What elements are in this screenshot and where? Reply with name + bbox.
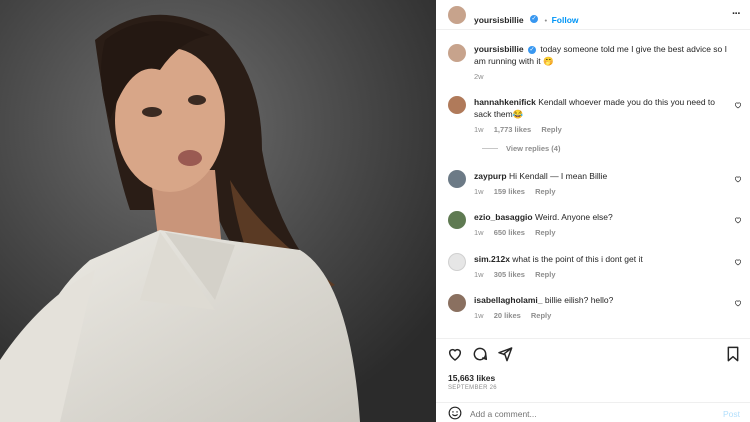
replies-line	[482, 148, 498, 149]
caption-username[interactable]: yoursisbillie	[474, 44, 524, 54]
comment-likes[interactable]: 159 likes	[494, 187, 525, 196]
emoji-icon[interactable]	[448, 406, 462, 420]
commenter-username[interactable]: zaypurp	[474, 171, 507, 181]
comment-item: ezio_basaggio Weird. Anyone else? 1w 650…	[436, 211, 750, 245]
reply-button[interactable]: Reply	[535, 270, 555, 279]
caption: yoursisbillie ✓ today someone told me I …	[436, 42, 750, 82]
reply-button[interactable]: Reply	[531, 311, 551, 320]
verified-icon: ✓	[527, 45, 536, 54]
post-header: yoursisbillie ✓ • Follow ···	[436, 0, 750, 30]
reply-button[interactable]: Reply	[541, 125, 561, 134]
comment-input[interactable]	[470, 407, 700, 421]
commenter-username[interactable]: sim.212x	[474, 254, 510, 264]
comment-time: 1w	[474, 187, 484, 196]
commenter-username[interactable]: ezio_basaggio	[474, 212, 533, 222]
comment-heart-icon[interactable]	[734, 299, 742, 307]
comment-time: 1w	[474, 270, 484, 279]
action-bar	[436, 344, 750, 366]
likes-section: 15,663 likes SEPTEMBER 26	[436, 373, 750, 397]
comment-heart-icon[interactable]	[734, 175, 742, 183]
actions-divider	[436, 338, 750, 339]
caption-avatar[interactable]	[448, 44, 466, 62]
comment-item: zaypurp Hi Kendall — I mean Billie 1w 15…	[436, 170, 750, 204]
more-icon[interactable]: ···	[732, 8, 741, 20]
portrait-illustration	[0, 0, 436, 422]
comment-likes[interactable]: 1,773 likes	[494, 125, 532, 134]
reply-button[interactable]: Reply	[535, 228, 555, 237]
likes-count[interactable]: 15,663 likes	[448, 373, 495, 383]
share-icon[interactable]	[497, 346, 513, 362]
heart-icon[interactable]	[447, 346, 463, 362]
commenter-avatar[interactable]	[448, 294, 466, 312]
comment-text: what is the point of this i dont get it	[512, 254, 643, 264]
post-panel: yoursisbillie ✓ • Follow ··· yoursisbill…	[436, 0, 750, 422]
verified-icon: ✓	[530, 14, 539, 23]
commenter-username[interactable]: hannahkenifick	[474, 97, 536, 107]
comment-time: 1w	[474, 311, 484, 320]
add-comment-bar: Post	[436, 403, 750, 422]
comment-text: Hi Kendall — I mean Billie	[508, 171, 608, 181]
post-comment-button[interactable]: Post	[723, 409, 740, 419]
comment-heart-icon[interactable]	[734, 258, 742, 266]
comment-time: 1w	[474, 125, 484, 134]
comment-heart-icon[interactable]	[734, 216, 742, 224]
comment-text: Weird. Anyone else?	[534, 212, 613, 222]
commenter-avatar[interactable]	[448, 253, 466, 271]
commenter-avatar[interactable]	[448, 170, 466, 188]
comment-text: billie eilish? hello?	[544, 295, 614, 305]
commenter-avatar[interactable]	[448, 211, 466, 229]
view-replies-button[interactable]: View replies (4)	[506, 144, 560, 153]
bookmark-icon[interactable]	[726, 346, 740, 362]
comment-heart-icon[interactable]	[734, 101, 742, 109]
author-avatar[interactable]	[448, 6, 466, 24]
comment-likes[interactable]: 305 likes	[494, 270, 525, 279]
comment-item: sim.212x what is the point of this i don…	[436, 253, 750, 287]
comment-item: hannahkenifick Kendall whoever made you …	[436, 96, 750, 166]
post-date: SEPTEMBER 26	[448, 385, 497, 391]
comment-icon[interactable]	[472, 346, 488, 362]
post-photo[interactable]	[0, 0, 436, 422]
comment-likes[interactable]: 20 likes	[494, 311, 521, 320]
comment-likes[interactable]: 650 likes	[494, 228, 525, 237]
caption-age: 2w	[474, 72, 484, 81]
author-username[interactable]: yoursisbillie	[474, 15, 524, 25]
dot-separator: •	[544, 16, 548, 25]
follow-button[interactable]: Follow	[552, 15, 579, 25]
commenter-username[interactable]: isabellagholami_	[474, 295, 543, 305]
comment-item: isabellagholami_ billie eilish? hello? 1…	[436, 294, 750, 328]
comment-time: 1w	[474, 228, 484, 237]
commenter-avatar[interactable]	[448, 96, 466, 114]
reply-button[interactable]: Reply	[535, 187, 555, 196]
